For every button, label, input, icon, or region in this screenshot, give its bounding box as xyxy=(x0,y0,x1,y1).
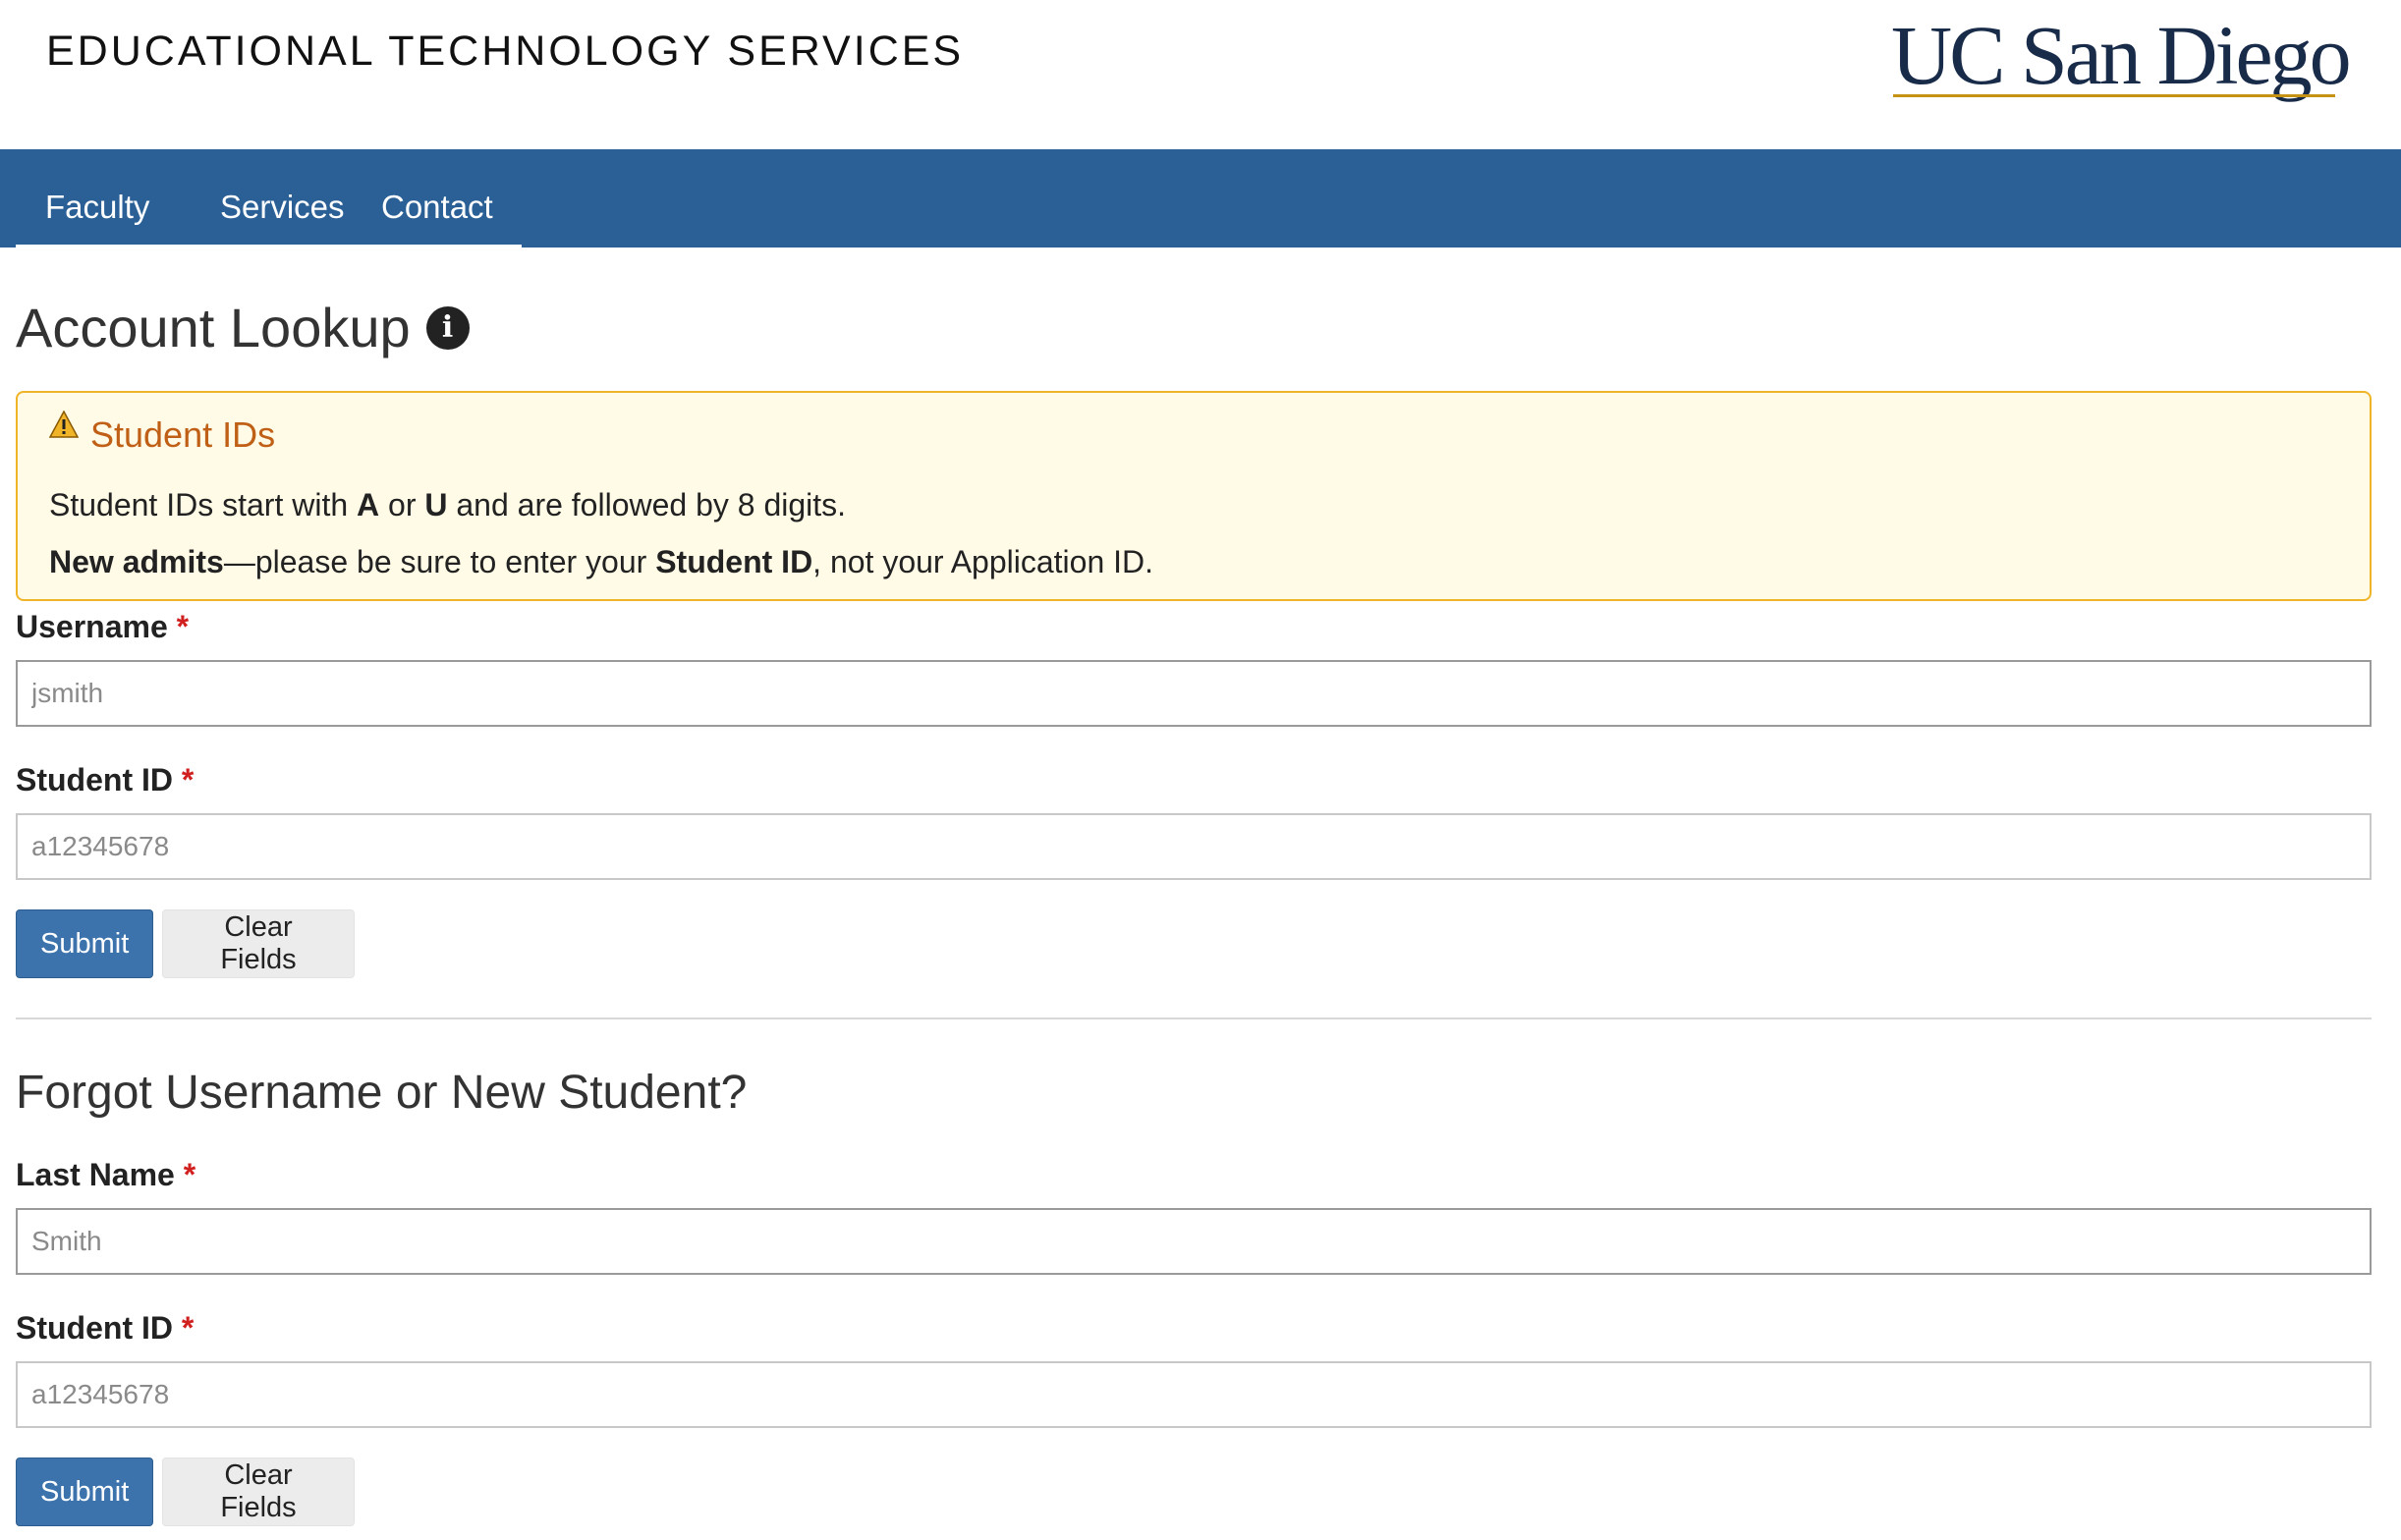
section-divider xyxy=(16,1018,2372,1019)
warning-icon xyxy=(49,411,79,438)
required-asterisk: * xyxy=(176,609,190,644)
page-title: Account Lookup i xyxy=(16,293,470,363)
info-circle-icon[interactable]: i xyxy=(425,306,470,350)
forgot-section-title: Forgot Username or New Student? xyxy=(16,1067,748,1119)
alert-text: or xyxy=(379,487,425,522)
student-id-alert: Student IDs Student IDs start with A or … xyxy=(16,391,2372,601)
nav-item-services[interactable]: Services xyxy=(191,149,374,245)
alert-line-format: Student IDs start with A or U and are fo… xyxy=(49,487,846,523)
nav-item-faculty[interactable]: Faculty xyxy=(16,149,179,245)
last-name-label: Last Name * xyxy=(16,1157,195,1193)
site-header: EDUCATIONAL TECHNOLOGY SERVICES UC San D… xyxy=(0,0,2401,149)
site-title: EDUCATIONAL TECHNOLOGY SERVICES xyxy=(46,28,965,75)
uc-san-diego-logo[interactable]: UC San Diego xyxy=(1891,6,2352,104)
required-asterisk: * xyxy=(181,1310,195,1346)
last-name-input[interactable] xyxy=(16,1208,2372,1275)
alert-bold: New admits xyxy=(49,544,224,579)
required-asterisk: * xyxy=(183,1157,196,1192)
forgot-student-id-label-text: Student ID xyxy=(16,1310,173,1346)
alert-heading: Student IDs xyxy=(49,411,276,456)
alert-heading-text: Student IDs xyxy=(90,414,276,455)
alert-bold: Student ID xyxy=(655,544,813,579)
nav-menu: Faculty Services Contact xyxy=(16,149,522,248)
forgot-submit-button[interactable]: Submit xyxy=(16,1458,153,1526)
nav-item-contact[interactable]: Contact xyxy=(352,149,523,245)
alert-text: —please be sure to enter your xyxy=(223,544,656,579)
alert-bold: U xyxy=(424,487,448,522)
student-id-input[interactable] xyxy=(16,813,2372,880)
required-asterisk: * xyxy=(181,762,195,798)
forgot-clear-fields-button[interactable]: Clear Fields xyxy=(162,1458,355,1526)
page-title-text: Account Lookup xyxy=(16,297,411,358)
submit-button[interactable]: Submit xyxy=(16,909,153,978)
clear-fields-button[interactable]: Clear Fields xyxy=(162,909,355,978)
username-input[interactable] xyxy=(16,660,2372,727)
student-id-label: Student ID * xyxy=(16,762,194,798)
main-navbar: Faculty Services Contact xyxy=(0,149,2401,248)
alert-bold: A xyxy=(357,487,380,522)
alert-line-new-admits: New admits—please be sure to enter your … xyxy=(49,544,1153,580)
last-name-label-text: Last Name xyxy=(16,1157,175,1192)
student-id-label-text: Student ID xyxy=(16,762,173,798)
logo-text: UC San Diego xyxy=(1891,8,2352,102)
forgot-student-id-input[interactable] xyxy=(16,1361,2372,1428)
username-label-text: Username xyxy=(16,609,168,644)
alert-text: Student IDs start with xyxy=(49,487,358,522)
alert-text: , not your Application ID. xyxy=(812,544,1154,579)
logo-underline xyxy=(1893,94,2335,97)
forgot-student-id-label: Student ID * xyxy=(16,1310,194,1347)
username-label: Username * xyxy=(16,609,189,645)
alert-text: and are followed by 8 digits. xyxy=(447,487,847,522)
